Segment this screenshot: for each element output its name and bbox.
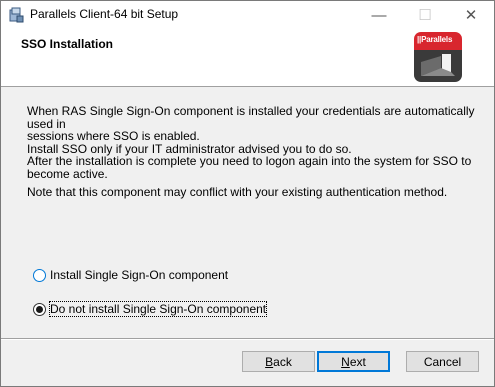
logo-door-icon xyxy=(421,54,455,76)
conflict-note: Note that this component may conflict wi… xyxy=(27,185,448,199)
maximize-icon: ☐ xyxy=(418,7,432,24)
footer-separator xyxy=(1,338,494,340)
next-label: ext xyxy=(349,354,366,369)
page-title: SSO Installation xyxy=(21,37,114,51)
do-not-install-sso-radio[interactable] xyxy=(33,302,46,316)
window-title: Parallels Client-64 bit Setup xyxy=(30,7,179,21)
next-accelerator: N xyxy=(341,354,350,369)
description-line: After the installation is complete you n… xyxy=(27,154,472,168)
maximize-button[interactable]: ☐ xyxy=(402,1,448,29)
cancel-button[interactable]: Cancel xyxy=(406,351,479,372)
setup-window: Parallels Client-64 bit Setup — ☐ ✕ SSO … xyxy=(0,0,495,387)
back-accelerator: B xyxy=(265,354,274,369)
header-banner: SSO Installation ||Parallels xyxy=(1,29,494,87)
install-sso-radio[interactable] xyxy=(33,268,46,282)
parallels-logo: ||Parallels xyxy=(414,32,462,82)
cancel-label: Cancel xyxy=(423,354,462,369)
minimize-icon: — xyxy=(371,6,387,24)
back-label: ack xyxy=(273,354,292,369)
back-button[interactable]: Back xyxy=(242,351,315,372)
description-line: become active. xyxy=(27,166,108,181)
do-not-install-sso-option[interactable]: Do not install Single Sign-On component xyxy=(33,301,268,317)
minimize-button[interactable]: — xyxy=(356,1,402,29)
install-sso-option[interactable]: Install Single Sign-On component xyxy=(33,268,228,282)
description-line: When RAS Single Sign-On component is ins… xyxy=(27,104,475,131)
close-button[interactable]: ✕ xyxy=(448,1,494,29)
description-text: When RAS Single Sign-On component is ins… xyxy=(27,105,477,180)
install-sso-label[interactable]: Install Single Sign-On component xyxy=(50,268,228,282)
title-bar: Parallels Client-64 bit Setup — ☐ ✕ xyxy=(1,1,494,29)
installer-icon xyxy=(9,7,24,23)
next-button[interactable]: Next xyxy=(317,351,390,372)
close-icon: ✕ xyxy=(464,7,478,24)
description-line: sessions where SSO is enabled. xyxy=(27,129,200,143)
logo-text: ||Parallels xyxy=(417,35,453,44)
do-not-install-sso-label[interactable]: Do not install Single Sign-On component xyxy=(48,301,268,317)
